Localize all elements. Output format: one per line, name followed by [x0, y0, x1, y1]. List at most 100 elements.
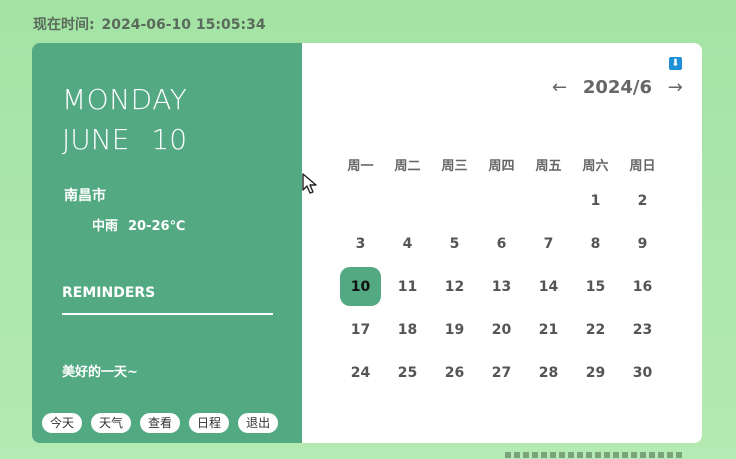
calendar-day-cell[interactable]: 22	[572, 308, 619, 351]
view-button[interactable]: 查看	[140, 413, 181, 433]
weather-temp: 20-26℃	[128, 219, 186, 234]
weekday-title: MONDAY	[62, 83, 188, 116]
calendar-day-number: 22	[585, 321, 606, 338]
calendar-grid: 周一 周二 周三 周四 周五 周六 周日 1 2 3 4 5 6 7 8 9 10 11 12 13 14 15 16 17…	[337, 149, 666, 394]
calendar-day-cell[interactable]: 23	[619, 308, 666, 351]
calendar-day-number: 5	[449, 235, 460, 252]
today-button[interactable]: 今天	[42, 413, 83, 433]
calendar-day-cell[interactable]: 2	[619, 179, 666, 222]
weather-button[interactable]: 天气	[91, 413, 132, 433]
calendar-day-cell[interactable]: 9	[619, 222, 666, 265]
calendar-empty-cell	[384, 179, 431, 222]
calendar-day-cell[interactable]: 30	[619, 351, 666, 394]
calendar-day-cell[interactable]: 19	[431, 308, 478, 351]
calendar-day-cell[interactable]: 27	[478, 351, 525, 394]
calendar-day-number: 4	[402, 235, 413, 252]
calendar-day-number: 21	[538, 321, 559, 338]
calendar-day-number: 14	[538, 278, 559, 295]
calendar-day-number: 15	[585, 278, 606, 295]
calendar-day-number: 7	[543, 235, 554, 252]
current-time-value: 2024-06-10 15:05:34	[101, 17, 266, 33]
month-label: JUNE	[62, 123, 130, 156]
year-month-label: 2024/6	[582, 77, 653, 98]
calendar-day-number: 6	[496, 235, 507, 252]
calendar-day-cell[interactable]: 1	[572, 179, 619, 222]
month-day-title: JUNE 10	[62, 123, 187, 156]
calendar-day-cell[interactable]: 18	[384, 308, 431, 351]
calendar-day-number: 29	[585, 364, 606, 381]
calendar-day-cell[interactable]: 25	[384, 351, 431, 394]
calendar-day-cell[interactable]: 24	[337, 351, 384, 394]
calendar-day-cell[interactable]: 17	[337, 308, 384, 351]
calendar-day-number: 27	[491, 364, 512, 381]
calendar-day-cell[interactable]: 10	[337, 265, 384, 308]
calendar-day-number: 23	[632, 321, 653, 338]
calendar-week-row: 12	[337, 179, 666, 222]
reminder-text: 美好的一天~	[62, 365, 138, 380]
calendar-day-cell[interactable]: 20	[478, 308, 525, 351]
footer-text-cropped	[505, 452, 685, 458]
mouse-cursor-icon	[302, 173, 317, 194]
calendar-day-cell[interactable]: 7	[525, 222, 572, 265]
weekday-header-cell: 周一	[347, 158, 374, 174]
calendar-day-number: 12	[444, 278, 465, 295]
city-label: 南昌市	[64, 188, 106, 204]
calendar-empty-cell	[525, 179, 572, 222]
calendar-day-number: 8	[590, 235, 601, 252]
weekday-header-cell: 周二	[394, 158, 421, 174]
calendar-week-row: 10 11 12 13 14 15 16	[337, 265, 666, 308]
calendar-day-number: 2	[637, 192, 648, 209]
weekday-header-cell: 周五	[535, 158, 562, 174]
calendar-day-cell[interactable]: 4	[384, 222, 431, 265]
prev-month-button[interactable]: ←	[552, 77, 567, 98]
calendar-day-cell[interactable]: 13	[478, 265, 525, 308]
calendar-empty-cell	[431, 179, 478, 222]
calendar-day-cell[interactable]: 11	[384, 265, 431, 308]
calendar-day-number: 20	[491, 321, 512, 338]
weekday-header-cell: 周四	[488, 158, 515, 174]
calendar-day-cell[interactable]: 5	[431, 222, 478, 265]
next-month-button[interactable]: →	[668, 77, 683, 98]
current-time-label: 现在时间:	[33, 17, 95, 33]
calendar-day-cell[interactable]: 6	[478, 222, 525, 265]
calendar-day-number: 24	[350, 364, 371, 381]
calendar-day-number: 3	[355, 235, 366, 252]
calendar-day-number: 13	[491, 278, 512, 295]
weather-condition: 中雨	[92, 219, 119, 234]
calendar-day-number: 28	[538, 364, 559, 381]
calendar-day-number: 25	[397, 364, 418, 381]
current-time: 现在时间: 2024-06-10 15:05:34	[33, 14, 266, 34]
exit-button[interactable]: 退出	[238, 413, 279, 433]
schedule-button[interactable]: 日程	[189, 413, 230, 433]
calendar-day-number: 19	[444, 321, 465, 338]
calendar-day-number: 26	[444, 364, 465, 381]
weekday-header: 周一 周二 周三 周四 周五 周六 周日	[337, 149, 666, 179]
calendar-day-number: 17	[350, 321, 371, 338]
month-navigator: ← 2024/6 →	[552, 77, 683, 98]
calendar-day-cell[interactable]: 3	[337, 222, 384, 265]
calendar-day-cell[interactable]: 29	[572, 351, 619, 394]
calendar-day-cell[interactable]: 12	[431, 265, 478, 308]
calendar-weeks: 1 2 3 4 5 6 7 8 9 10 11 12 13 14 15 16 17 18 19 20 21 22 23 24 2…	[337, 179, 666, 394]
reminders-title: REMINDERS	[62, 285, 156, 301]
calendar-day-cell[interactable]: 21	[525, 308, 572, 351]
calendar-day-cell[interactable]: 14	[525, 265, 572, 308]
day-label: 10	[151, 123, 188, 156]
weekday-header-cell: 周六	[582, 158, 609, 174]
calendar-week-row: 17 18 19 20 21 22 23	[337, 308, 666, 351]
weekday-header-cell: 周三	[441, 158, 468, 174]
calendar-week-row: 3 4 5 6 7 8 9	[337, 222, 666, 265]
calendar-empty-cell	[478, 179, 525, 222]
calendar-day-cell[interactable]: 26	[431, 351, 478, 394]
calendar-day-cell[interactable]: 16	[619, 265, 666, 308]
calendar-panel: ⬇ ← 2024/6 → 周一 周二 周三 周四 周五 周六 周日 1 2 3 4 5 6 7 8 9 10 1…	[302, 43, 702, 443]
action-buttons: 今天 天气 查看 日程 退出	[42, 413, 279, 433]
calendar-day-cell[interactable]: 15	[572, 265, 619, 308]
calendar-day-number: 18	[397, 321, 418, 338]
calendar-day-number: 11	[397, 278, 418, 295]
download-icon[interactable]: ⬇	[669, 57, 682, 70]
calendar-empty-cell	[337, 179, 384, 222]
calendar-week-row: 24 25 26 27 28 29 30	[337, 351, 666, 394]
calendar-day-cell[interactable]: 8	[572, 222, 619, 265]
calendar-day-cell[interactable]: 28	[525, 351, 572, 394]
